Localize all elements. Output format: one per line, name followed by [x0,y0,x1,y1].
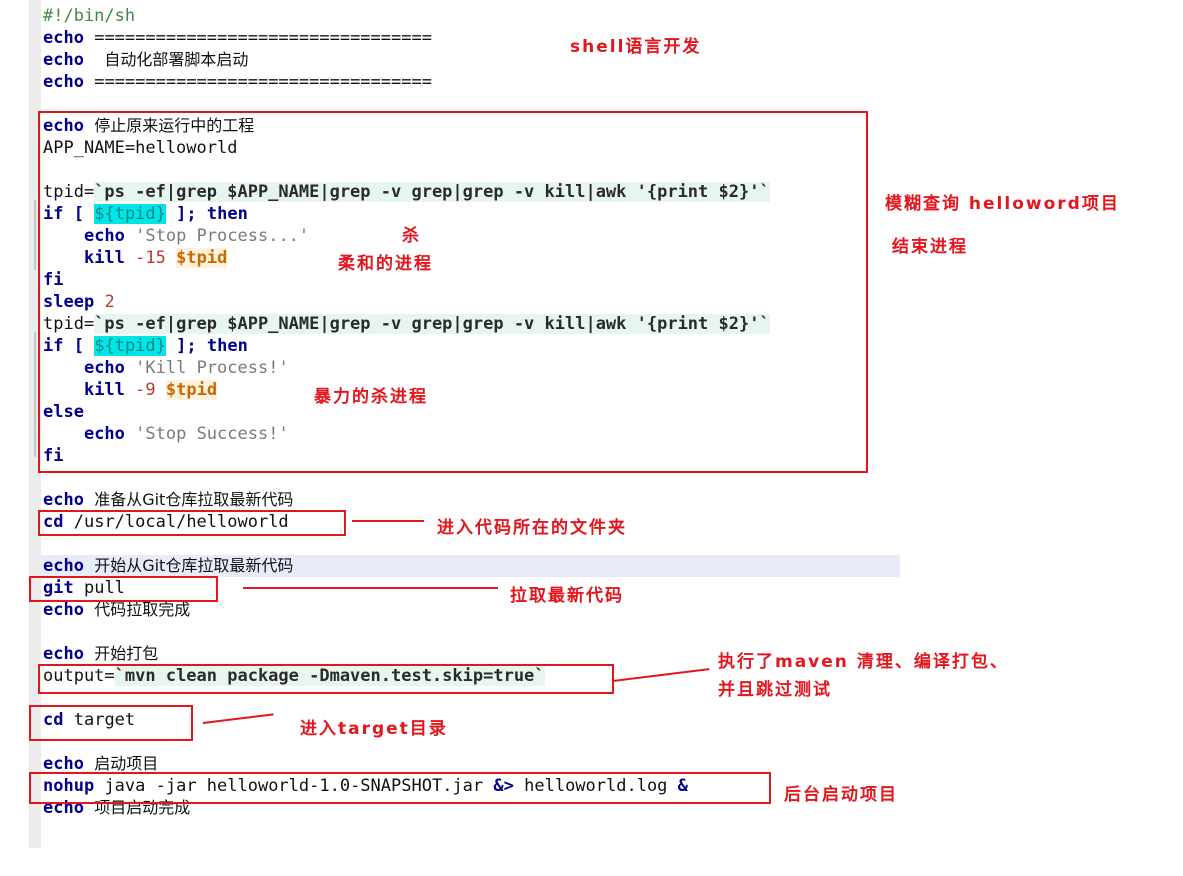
code-line: echo 准备从Git仓库拉取最新代码 [43,489,293,511]
code-line: echo ================================= [43,71,432,93]
keyword: echo [43,556,84,576]
note-enter-target: 进入target目录 [300,719,448,739]
note-gentle-kill: 柔和的进程 [338,254,433,274]
note-fuzzy-query: 模糊查询 helloword项目 [885,194,1120,214]
echo-message: 启动项目 [94,754,159,773]
note-bg-launch: 后台启动项目 [784,785,898,805]
keyword: echo [43,28,84,48]
annotation-connector [612,668,710,682]
keyword: echo [43,754,84,774]
git-pull-box [29,576,218,602]
note-end-process: 结束进程 [892,237,968,257]
echo-message: 开始打包 [94,644,159,663]
code-line: echo ================================= [43,27,432,49]
echo-message: 准备从Git仓库拉取最新代码 [94,490,294,509]
fold-guide [34,332,36,457]
keyword: echo [43,490,84,510]
stop-process-box [38,111,868,473]
note-maven-line2: 并且跳过测试 [718,680,832,700]
note-enter-code-dir: 进入代码所在的文件夹 [437,518,627,538]
cd-target-box [29,705,193,741]
echo-message: 开始从Git仓库拉取最新代码 [94,556,294,575]
mvn-package-box [38,664,614,694]
annotation-connector [352,520,424,522]
code-line: echo 开始从Git仓库拉取最新代码 [43,555,293,577]
keyword: echo [43,50,84,70]
separator-text: ================================= [94,72,432,92]
cd-path-box [38,510,346,536]
nohup-box [29,772,771,804]
code-line: echo 开始打包 [43,643,158,665]
shebang: #!/bin/sh [43,6,136,26]
note-pull-latest: 拉取最新代码 [510,586,624,606]
code-line: #!/bin/sh [43,5,135,27]
annotation-connector [243,587,498,589]
code-line: echo 自动化部署脚本启动 [43,49,248,71]
note-kill: 杀 [402,226,421,246]
note-maven-line1: 执行了maven 清理、编译打包、 [718,652,1009,672]
keyword: echo [43,72,84,92]
note-force-kill: 暴力的杀进程 [314,387,428,407]
echo-message: 自动化部署脚本启动 [94,50,249,69]
echo-message: 代码拉取完成 [94,600,191,619]
keyword: echo [43,644,84,664]
code-line: echo 代码拉取完成 [43,599,190,621]
separator-text: ================================= [94,28,432,48]
note-shell-dev: shell语言开发 [570,37,702,57]
fold-guide [34,200,36,270]
annotation-connector [202,713,274,724]
keyword: echo [43,600,84,620]
